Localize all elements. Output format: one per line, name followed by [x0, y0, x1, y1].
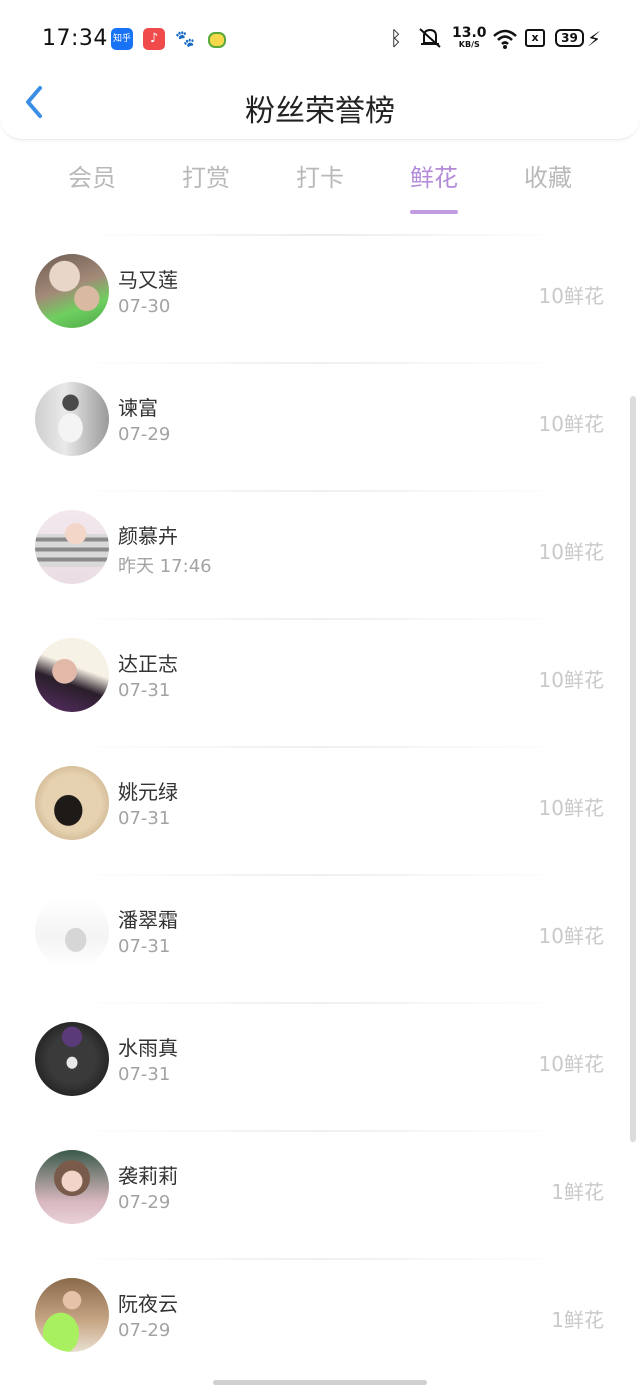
status-time: 17:34 — [42, 26, 108, 51]
fan-name: 谏富 — [118, 396, 158, 420]
avatar — [35, 1150, 109, 1224]
avatar — [35, 254, 109, 328]
mute-bell-icon — [419, 28, 441, 48]
tab-reward[interactable]: 打赏 — [156, 158, 256, 193]
zhihu-icon: 知乎 — [111, 28, 133, 50]
fan-date: 昨天 17:46 — [118, 556, 212, 577]
avatar — [35, 510, 109, 584]
fan-amount: 10鲜花 — [538, 1052, 604, 1076]
list-item[interactable]: 袭莉莉 07-29 1鲜花 — [0, 1132, 640, 1260]
fan-amount: 10鲜花 — [538, 540, 604, 564]
battery-icon: 39 — [555, 29, 584, 47]
top-nav-bar: 粉丝荣誉榜 — [0, 60, 640, 140]
list-item[interactable]: 阮夜云 07-29 1鲜花 — [0, 1260, 640, 1387]
tab-flowers[interactable]: 鲜花 — [384, 158, 484, 214]
tab-bar: 会员 打赏 打卡 鲜花 收藏 — [0, 150, 640, 220]
mascot-icon — [204, 28, 226, 50]
home-indicator[interactable] — [213, 1380, 427, 1385]
fan-amount: 1鲜花 — [551, 1308, 604, 1332]
charging-icon: ⚡ — [587, 27, 602, 51]
fan-list: 马又莲 07-30 10鲜花 谏富 07-29 10鲜花 颜慕卉 昨天 17:4… — [0, 236, 640, 1387]
fan-date: 07-29 — [118, 1192, 171, 1213]
fan-amount: 10鲜花 — [538, 284, 604, 308]
list-item[interactable]: 姚元绿 07-31 10鲜花 — [0, 748, 640, 876]
avatar — [35, 382, 109, 456]
fan-name: 达正志 — [118, 652, 178, 676]
active-tab-indicator — [410, 210, 458, 214]
fan-name: 阮夜云 — [118, 1292, 178, 1316]
tab-flowers-label: 鲜花 — [410, 164, 458, 192]
avatar — [35, 766, 109, 840]
bluetooth-icon: ᛒ — [390, 26, 402, 50]
fan-amount: 10鲜花 — [538, 668, 604, 692]
page-title: 粉丝荣誉榜 — [245, 94, 395, 129]
avatar — [35, 638, 109, 712]
network-speed-unit: KB/S — [458, 40, 480, 49]
fan-amount: 10鲜花 — [538, 412, 604, 436]
fan-name: 袭莉莉 — [118, 1164, 178, 1188]
tab-favorites[interactable]: 收藏 — [498, 158, 598, 193]
list-item[interactable]: 达正志 07-31 10鲜花 — [0, 620, 640, 748]
music-icon: ♪ — [143, 28, 165, 50]
fan-name: 姚元绿 — [118, 780, 178, 804]
list-item[interactable]: 马又莲 07-30 10鲜花 — [0, 236, 640, 364]
fan-date: 07-31 — [118, 680, 171, 701]
avatar — [35, 894, 109, 968]
network-speed: 13.0 KB/S — [452, 25, 487, 49]
scrollbar[interactable] — [630, 396, 636, 1142]
wifi-icon — [493, 29, 517, 49]
fan-date: 07-29 — [118, 424, 171, 445]
fan-date: 07-30 — [118, 296, 171, 317]
list-item[interactable]: 水雨真 07-31 10鲜花 — [0, 1004, 640, 1132]
avatar — [35, 1278, 109, 1352]
list-item[interactable]: 潘翠霜 07-31 10鲜花 — [0, 876, 640, 1004]
network-speed-value: 13.0 — [452, 25, 487, 41]
fan-name: 水雨真 — [118, 1036, 178, 1060]
fan-amount: 10鲜花 — [538, 924, 604, 948]
paw-icon: 🐾 — [174, 28, 196, 50]
list-item[interactable]: 谏富 07-29 10鲜花 — [0, 364, 640, 492]
avatar — [35, 1022, 109, 1096]
fan-amount: 1鲜花 — [551, 1180, 604, 1204]
fan-date: 07-31 — [118, 1064, 171, 1085]
tab-member[interactable]: 会员 — [42, 158, 142, 193]
tab-checkin[interactable]: 打卡 — [270, 158, 370, 193]
sim-icon: x — [525, 29, 545, 47]
fan-name: 潘翠霜 — [118, 908, 178, 932]
fan-date: 07-31 — [118, 936, 171, 957]
fan-amount: 10鲜花 — [538, 796, 604, 820]
list-item[interactable]: 颜慕卉 昨天 17:46 10鲜花 — [0, 492, 640, 620]
fan-name: 马又莲 — [118, 268, 178, 292]
fan-date: 07-31 — [118, 808, 171, 829]
fan-date: 07-29 — [118, 1320, 171, 1341]
fan-name: 颜慕卉 — [118, 524, 178, 548]
